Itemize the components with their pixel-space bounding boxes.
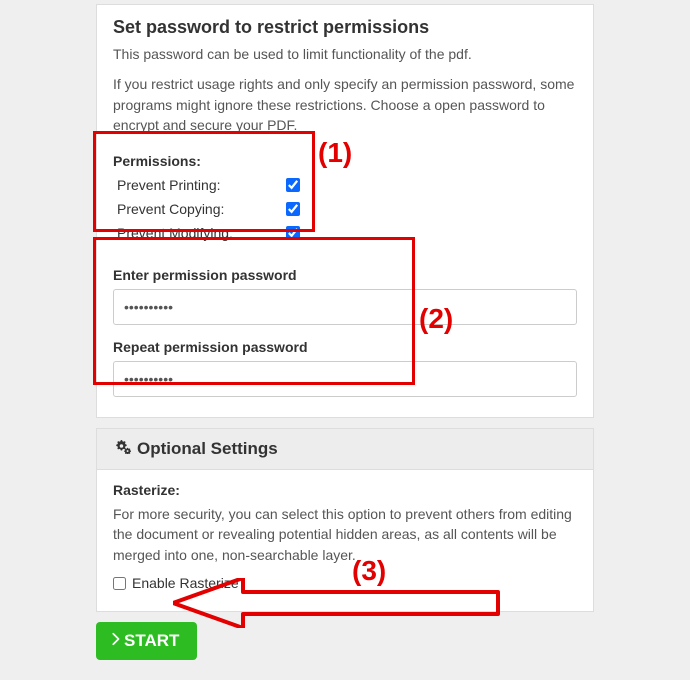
perm-row-copying: Prevent Copying: [113,197,303,221]
permissions-label: Permissions: [113,153,577,169]
perm-label-copying: Prevent Copying: [117,201,224,217]
enable-rasterize-label: Enable Rasterize [132,575,239,591]
enter-password-label: Enter permission password [113,267,577,283]
chevron-right-icon [110,631,120,651]
optional-settings-header: Optional Settings [97,429,593,470]
repeat-password-block: Repeat permission password [113,339,577,397]
enter-password-block: Enter permission password [113,267,577,325]
enable-rasterize-row: Enable Rasterize [113,575,577,591]
perm-row-printing: Prevent Printing: [113,173,303,197]
start-button[interactable]: START [96,622,197,660]
repeat-password-label: Repeat permission password [113,339,577,355]
start-button-label: START [124,631,179,651]
perm-label-modifying: Prevent Modifying: [117,225,233,241]
repeat-password-input[interactable] [113,361,577,397]
perm-label-printing: Prevent Printing: [117,177,221,193]
optional-settings-panel: Optional Settings Rasterize: For more se… [96,428,594,612]
section-desc1: This password can be used to limit funct… [113,44,577,64]
optional-settings-title: Optional Settings [137,439,278,459]
perm-row-modifying: Prevent Modifying: [113,221,303,245]
enter-password-input[interactable] [113,289,577,325]
perm-checkbox-modifying[interactable] [286,226,300,240]
enable-rasterize-checkbox[interactable] [113,577,126,590]
restrict-permissions-panel: Set password to restrict permissions Thi… [96,4,594,418]
section-desc2: If you restrict usage rights and only sp… [113,74,577,135]
rasterize-label: Rasterize: [113,482,577,498]
gears-icon [113,439,131,459]
perm-checkbox-copying[interactable] [286,202,300,216]
perm-checkbox-printing[interactable] [286,178,300,192]
rasterize-desc: For more security, you can select this o… [113,504,577,565]
section-title: Set password to restrict permissions [113,17,577,38]
permissions-group: Permissions: Prevent Printing: Prevent C… [113,145,577,253]
